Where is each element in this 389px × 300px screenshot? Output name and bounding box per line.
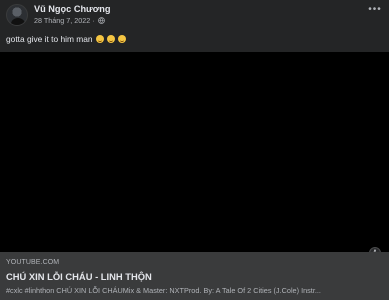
more-icon[interactable]: ••• — [368, 3, 382, 15]
video-thumbnail[interactable] — [0, 52, 389, 252]
link-description: #cxlc #linhthon CHÚ XIN LỖI CHÁUMix & Ma… — [6, 286, 321, 295]
author-avatar[interactable] — [6, 4, 28, 26]
facebook-post: Vũ Ngọc Chương 28 Tháng 7, 2022 · ••• go… — [0, 0, 389, 300]
laughing-emoji-icon — [106, 35, 115, 43]
globe-icon — [97, 17, 105, 24]
post-text: gotta give it to him man — [6, 34, 126, 44]
link-domain: YOUTUBE.COM — [6, 259, 60, 266]
laughing-emoji-icon — [117, 35, 126, 43]
post-message: gotta give it to him man — [6, 34, 93, 44]
post-meta: 28 Tháng 7, 2022 · — [34, 16, 105, 25]
post-date[interactable]: 28 Tháng 7, 2022 · — [34, 16, 95, 25]
link-title[interactable]: CHÚ XIN LỖI CHÁU - LINH THỘN — [6, 271, 383, 282]
link-preview[interactable]: YOUTUBE.COM CHÚ XIN LỖI CHÁU - LINH THỘN… — [0, 252, 389, 300]
author-name[interactable]: Vũ Ngọc Chương — [34, 4, 110, 14]
laughing-emoji-icon — [95, 35, 104, 43]
